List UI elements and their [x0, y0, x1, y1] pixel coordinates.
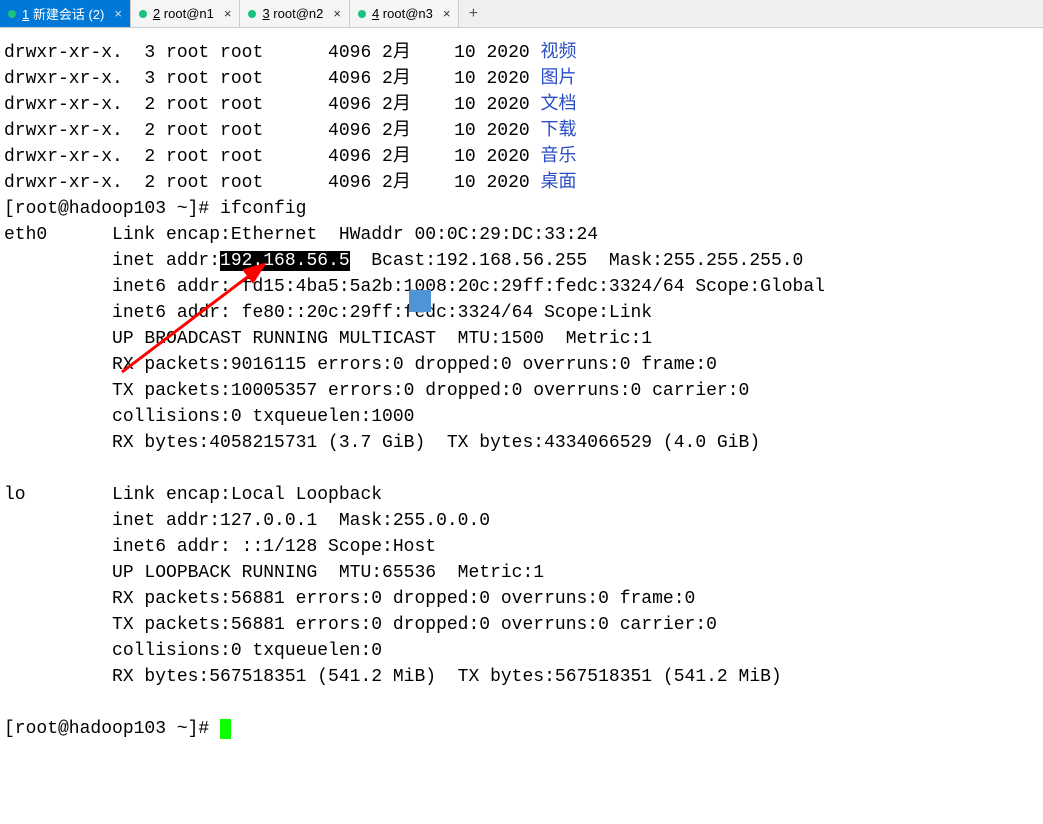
tab-label: 新建会话 (2)	[29, 7, 104, 22]
eth0-line: inet6 addr: fe80::20c:29ff:fedc:3324/64 …	[4, 300, 1039, 326]
directory-name: 桌面	[540, 173, 576, 193]
tab-number: 3	[262, 6, 269, 21]
directory-name: 文档	[540, 95, 576, 115]
eth0-inet: inet addr:192.168.56.5 Bcast:192.168.56.…	[4, 248, 1039, 274]
close-icon[interactable]: ×	[110, 6, 122, 21]
ifconfig-lo: lo Link encap:Local Loopback	[4, 482, 1039, 508]
tab-label: root@n3	[379, 6, 433, 21]
directory-name: 音乐	[540, 147, 576, 167]
lo-line: UP LOOPBACK RUNNING MTU:65536 Metric:1	[4, 560, 1039, 586]
close-icon[interactable]: ×	[329, 6, 341, 21]
tab-bar: 1 新建会话 (2)×2 root@n1×3 root@n2×4 root@n3…	[0, 0, 1043, 28]
ls-row: drwxr-xr-x. 3 root root 4096 2月 10 2020 …	[4, 66, 1039, 92]
ls-row: drwxr-xr-x. 3 root root 4096 2月 10 2020 …	[4, 40, 1039, 66]
lo-line: inet addr:127.0.0.1 Mask:255.0.0.0	[4, 508, 1039, 534]
tab-root-n2[interactable]: 3 root@n2 ×	[240, 0, 350, 27]
eth0-line: RX packets:9016115 errors:0 dropped:0 ov…	[4, 352, 1039, 378]
connection-status-icon	[139, 10, 147, 18]
ls-row: drwxr-xr-x. 2 root root 4096 2月 10 2020 …	[4, 144, 1039, 170]
ls-row: drwxr-xr-x. 2 root root 4096 2月 10 2020 …	[4, 118, 1039, 144]
directory-name: 图片	[540, 69, 576, 89]
connection-status-icon	[248, 10, 256, 18]
close-icon[interactable]: ×	[220, 6, 232, 21]
terminal-output[interactable]: drwxr-xr-x. 3 root root 4096 2月 10 2020 …	[0, 28, 1043, 824]
blank-line	[4, 456, 1039, 482]
ls-row: drwxr-xr-x. 2 root root 4096 2月 10 2020 …	[4, 170, 1039, 196]
lo-line: collisions:0 txqueuelen:0	[4, 638, 1039, 664]
ifconfig-eth0: eth0 Link encap:Ethernet HWaddr 00:0C:29…	[4, 222, 1039, 248]
blank-line	[4, 690, 1039, 716]
eth0-line: TX packets:10005357 errors:0 dropped:0 o…	[4, 378, 1039, 404]
tab-label: root@n1	[160, 6, 214, 21]
prompt-line: [root@hadoop103 ~]# ifconfig	[4, 196, 1039, 222]
prompt: [root@hadoop103 ~]#	[4, 199, 220, 219]
close-icon[interactable]: ×	[439, 6, 451, 21]
connection-status-icon	[8, 10, 16, 18]
command: ifconfig	[220, 199, 306, 219]
prompt: [root@hadoop103 ~]#	[4, 719, 220, 739]
eth0-line: UP BROADCAST RUNNING MULTICAST MTU:1500 …	[4, 326, 1039, 352]
tab--2-[interactable]: 1 新建会话 (2)×	[0, 0, 131, 27]
new-tab-button[interactable]: +	[459, 0, 487, 27]
eth0-line: collisions:0 txqueuelen:1000	[4, 404, 1039, 430]
eth0-line: RX bytes:4058215731 (3.7 GiB) TX bytes:4…	[4, 430, 1039, 456]
directory-name: 视频	[540, 43, 576, 63]
eth0-line: inet6 addr: fd15:4ba5:5a2b:1008:20c:29ff…	[4, 274, 1039, 300]
lo-line: RX packets:56881 errors:0 dropped:0 over…	[4, 586, 1039, 612]
ls-row: drwxr-xr-x. 2 root root 4096 2月 10 2020 …	[4, 92, 1039, 118]
tab-label: root@n2	[270, 6, 324, 21]
lo-line: inet6 addr: ::1/128 Scope:Host	[4, 534, 1039, 560]
tab-root-n3[interactable]: 4 root@n3×	[350, 0, 460, 27]
cursor	[220, 719, 231, 739]
lo-line: TX packets:56881 errors:0 dropped:0 over…	[4, 612, 1039, 638]
connection-status-icon	[358, 10, 366, 18]
prompt-line-2: [root@hadoop103 ~]#	[4, 716, 1039, 742]
directory-name: 下载	[540, 121, 576, 141]
lo-line: RX bytes:567518351 (541.2 MiB) TX bytes:…	[4, 664, 1039, 690]
selected-ip[interactable]: 192.168.56.5	[220, 251, 350, 271]
tab-root-n1[interactable]: 2 root@n1×	[131, 0, 241, 27]
